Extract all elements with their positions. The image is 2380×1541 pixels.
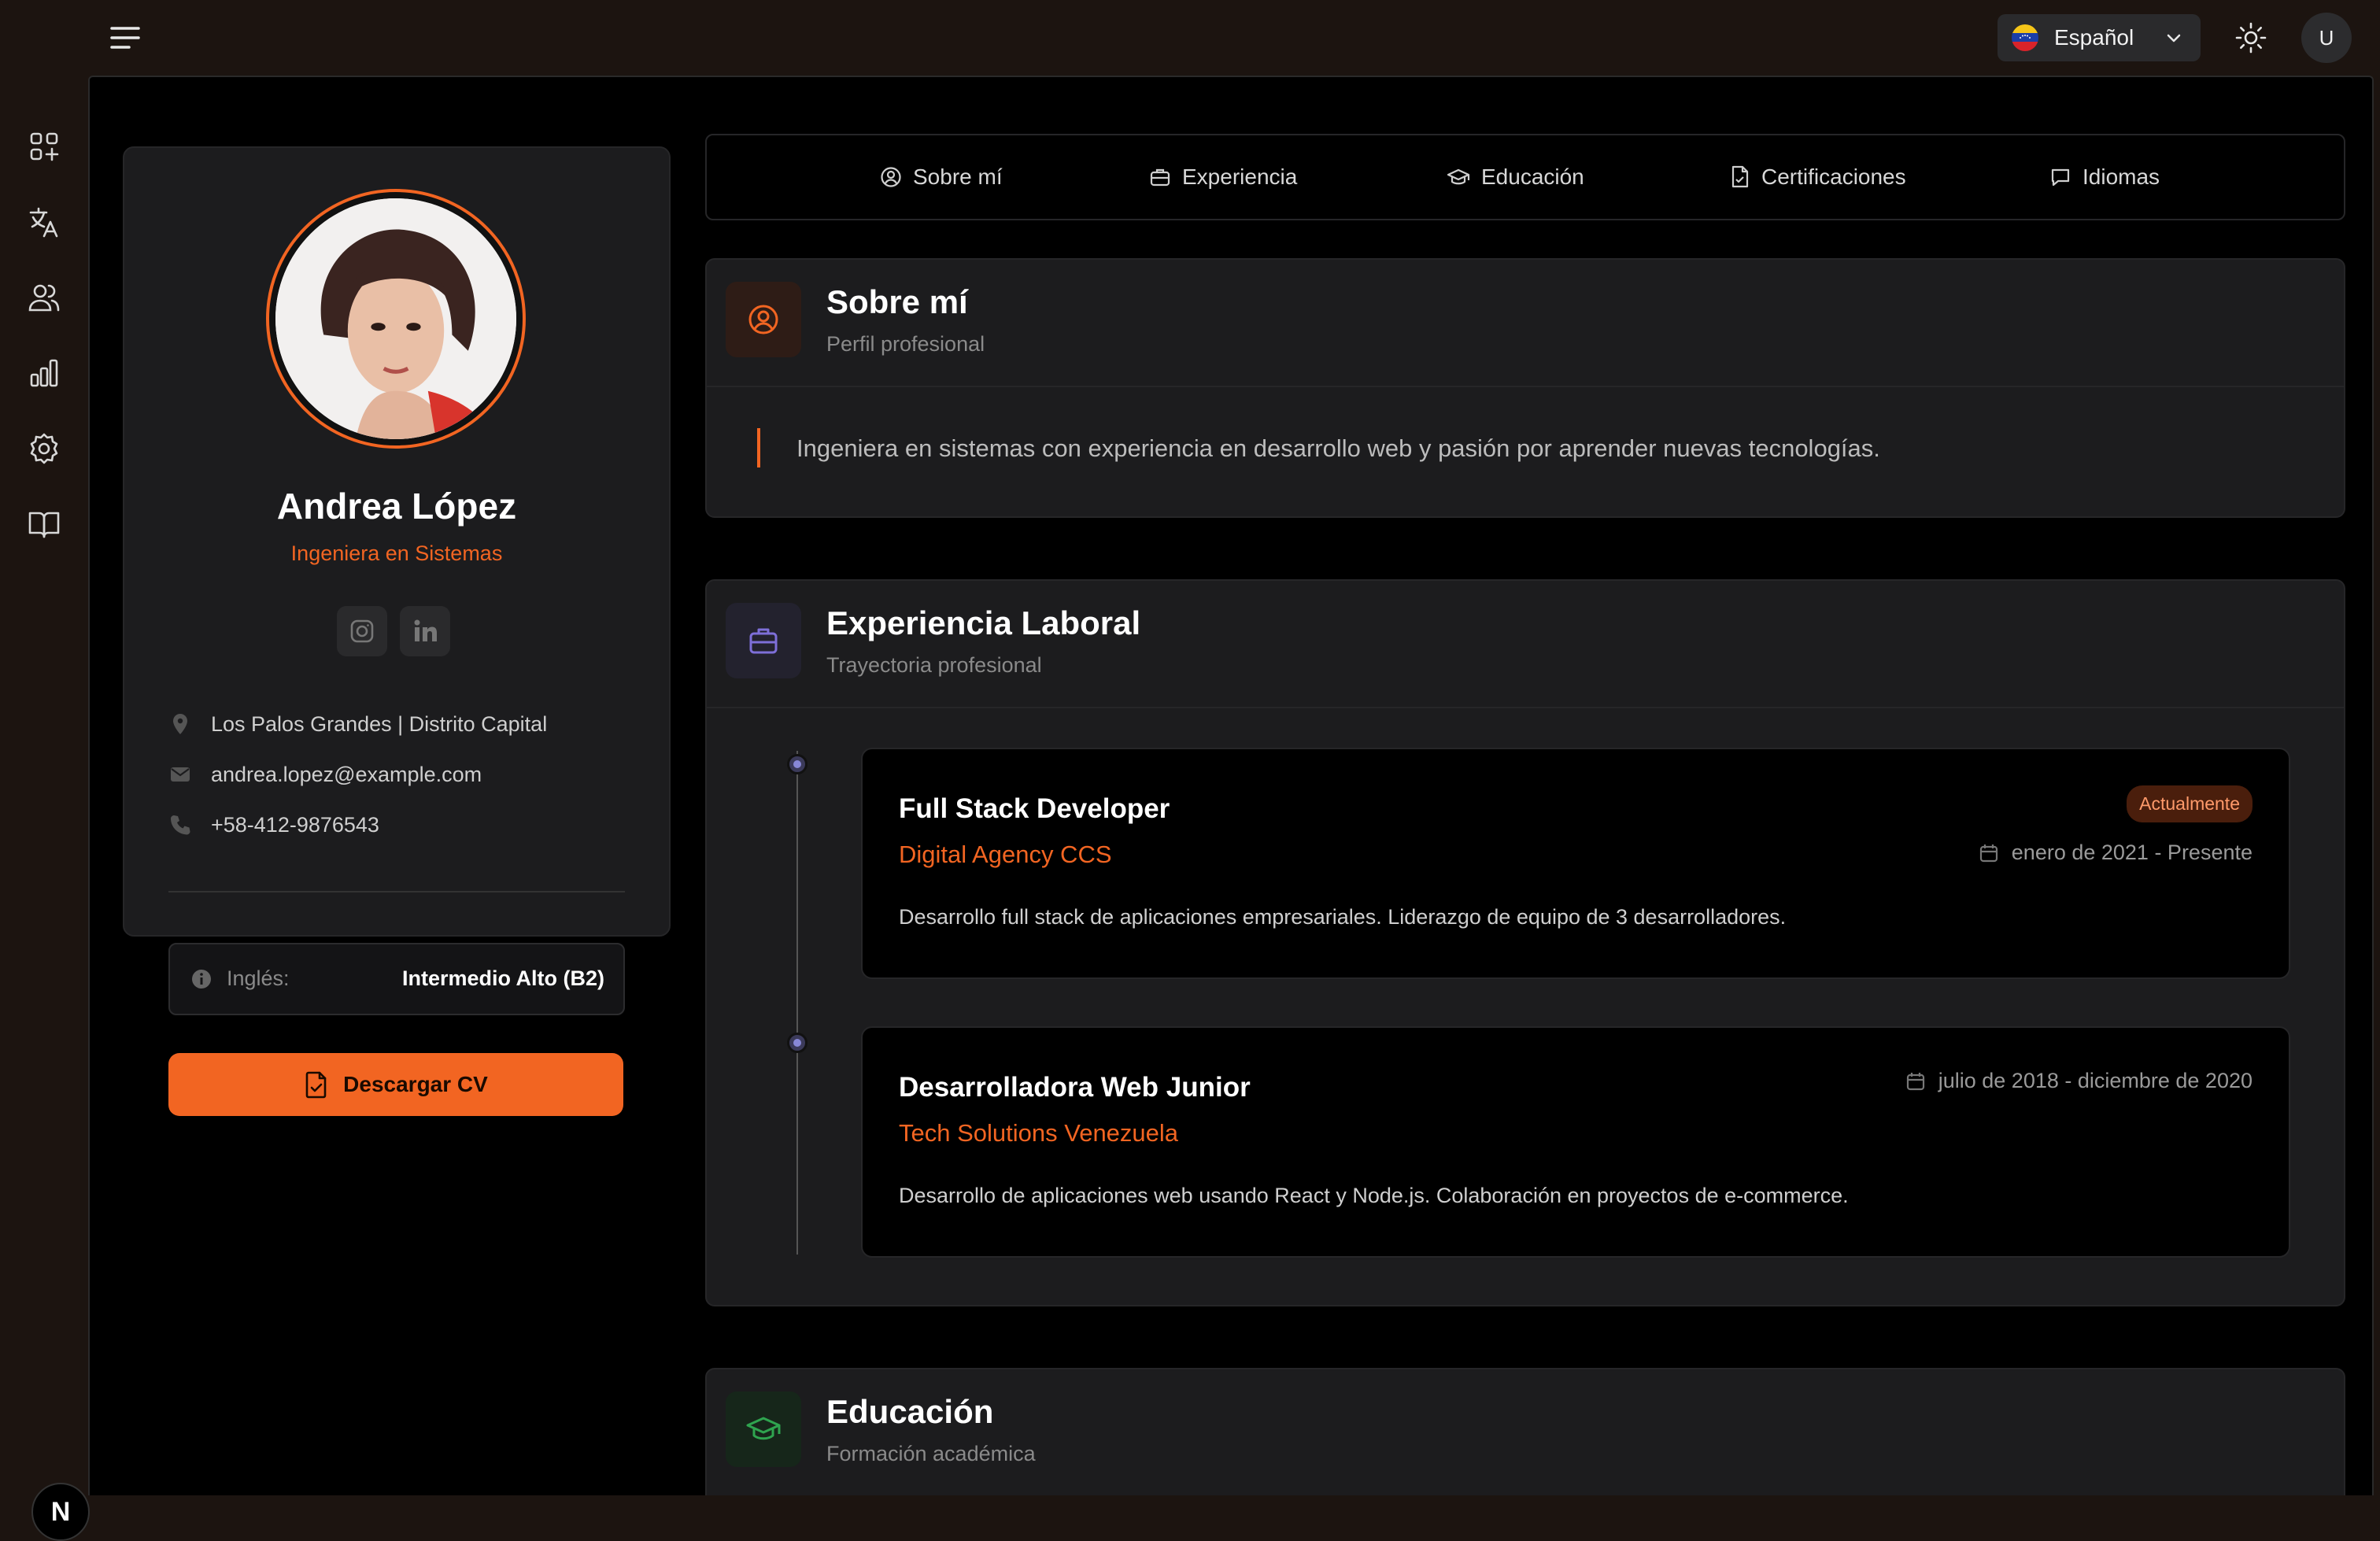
apps-icon[interactable]: [27, 129, 61, 164]
section-tabs: Sobre mí Experiencia Educación Certifica…: [705, 134, 2345, 220]
profile-card: Andrea López Ingeniera en Sistemas Los P…: [123, 146, 671, 1116]
message-icon: [2049, 166, 2071, 188]
top-bar: Español U: [0, 0, 2380, 76]
job-title: Full Stack Developer: [899, 793, 1170, 824]
calendar-icon: [1979, 843, 1999, 863]
job-dates: julio de 2018 - diciembre de 2020: [1905, 1069, 2252, 1093]
user-circle-icon: [726, 282, 801, 357]
instagram-icon[interactable]: [337, 606, 387, 656]
language-label: Inglés:: [227, 966, 290, 990]
language-selector[interactable]: Español: [1998, 14, 2201, 61]
job-card: Full Stack Developer Digital Agency CCS …: [861, 748, 2290, 979]
briefcase-icon: [726, 603, 801, 678]
tab-experience[interactable]: Experiencia: [1149, 135, 1297, 219]
timeline-line: [796, 751, 798, 1255]
menu-icon[interactable]: [109, 22, 143, 54]
phone-icon: [168, 813, 192, 837]
education-title: Educación: [826, 1393, 994, 1430]
mail-icon: [168, 763, 192, 786]
education-subtitle: Formación académica: [826, 1442, 1036, 1465]
about-text: Ingeniera en sistemas con experiencia en…: [796, 434, 1880, 462]
language-value: Intermedio Alto (B2): [401, 966, 604, 990]
timeline-dot: [787, 754, 808, 774]
job-company: Tech Solutions Venezuela: [899, 1119, 1179, 1147]
job-card: Desarrolladora Web Junior Tech Solutions…: [861, 1026, 2290, 1258]
language-level-box: Inglés: Intermedio Alto (B2): [168, 943, 625, 1015]
sun-icon[interactable]: [2232, 19, 2270, 57]
linkedin-icon[interactable]: [400, 606, 450, 656]
timeline-dot: [787, 1033, 808, 1053]
chart-icon[interactable]: [27, 356, 61, 390]
profile-role: Ingeniera en Sistemas: [290, 541, 503, 565]
sidebar-nav: N: [0, 76, 90, 1541]
experience-title: Experiencia Laboral: [826, 604, 1141, 641]
job-company: Digital Agency CCS: [899, 841, 1112, 868]
map-pin-icon: [168, 712, 192, 736]
user-avatar-button[interactable]: U: [2301, 13, 2352, 63]
book-icon[interactable]: [27, 507, 61, 541]
tab-about[interactable]: Sobre mí: [880, 135, 1003, 219]
users-icon[interactable]: [27, 280, 61, 315]
profile-photo: [266, 189, 526, 449]
section-divider: [707, 386, 2344, 387]
settings-icon[interactable]: [27, 431, 61, 466]
phone-text[interactable]: +58-412-9876543: [211, 813, 379, 837]
language-label: Español: [2054, 25, 2134, 50]
calendar-icon: [1905, 1071, 1926, 1092]
tab-education[interactable]: Educación: [1447, 135, 1584, 219]
file-check-icon: [304, 1070, 329, 1099]
file-check-icon: [1730, 165, 1750, 189]
download-cv-label: Descargar CV: [343, 1072, 488, 1096]
user-circle-icon: [880, 166, 902, 188]
graduation-cap-icon: [726, 1391, 801, 1467]
about-title: Sobre mí: [826, 283, 968, 320]
email-row: andrea.lopez@example.com: [168, 757, 482, 792]
divider: [168, 891, 625, 892]
main-content: Andrea López Ingeniera en Sistemas Los P…: [88, 76, 2374, 1495]
tab-certifications[interactable]: Certificaciones: [1730, 135, 1906, 219]
job-description: Desarrollo de aplicaciones web usando Re…: [899, 1184, 1849, 1207]
job-description: Desarrollo full stack de aplicaciones em…: [899, 905, 1787, 929]
about-section: Sobre mí Perfil profesional Ingeniera en…: [705, 258, 2345, 518]
education-section: Educación Formación académica: [705, 1368, 2345, 1495]
info-icon: [190, 968, 213, 990]
location-text: Los Palos Grandes | Distrito Capital: [211, 711, 548, 736]
job-title: Desarrolladora Web Junior: [899, 1072, 1251, 1103]
current-badge: Actualmente: [2127, 785, 2252, 822]
nextjs-badge[interactable]: N: [31, 1483, 90, 1541]
briefcase-icon: [1149, 166, 1171, 188]
about-subtitle: Perfil profesional: [826, 332, 985, 356]
profile-name: Andrea López: [276, 486, 517, 527]
venezuela-flag-icon: [2012, 24, 2038, 51]
experience-section: Experiencia Laboral Trayectoria profesio…: [705, 579, 2345, 1306]
quote-accent: [757, 428, 760, 467]
location-row: Los Palos Grandes | Distrito Capital: [168, 707, 547, 741]
download-cv-button[interactable]: Descargar CV: [168, 1053, 623, 1116]
email-text[interactable]: andrea.lopez@example.com: [211, 763, 482, 787]
job-dates: enero de 2021 - Presente: [1979, 841, 2252, 865]
tab-languages[interactable]: Idiomas: [2049, 135, 2160, 219]
translate-icon[interactable]: [27, 205, 61, 239]
graduation-cap-icon: [1447, 166, 1470, 188]
chevron-down-icon: [2164, 28, 2183, 47]
phone-row: +58-412-9876543: [168, 807, 379, 842]
section-divider: [707, 707, 2344, 708]
experience-subtitle: Trayectoria profesional: [826, 653, 1042, 677]
